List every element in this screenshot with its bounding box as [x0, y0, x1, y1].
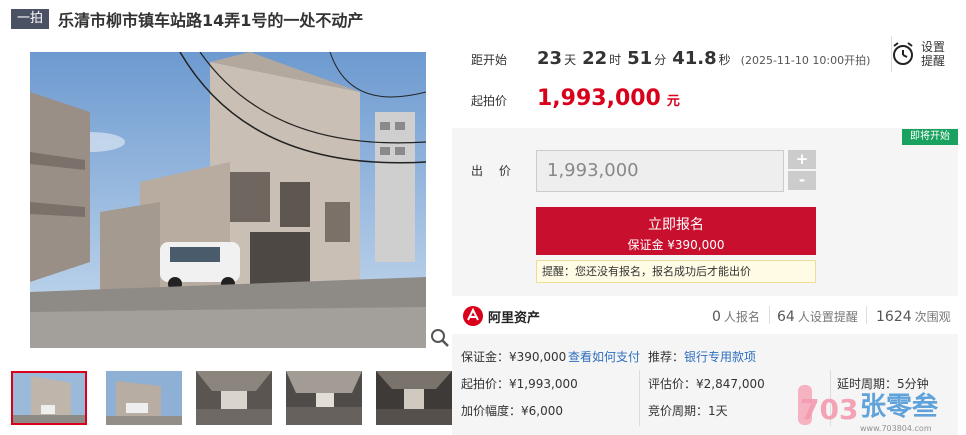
deposit-label: 保证金：: [461, 350, 510, 364]
view-count-unit: 次围观: [914, 310, 951, 324]
view-count-num: 1624: [876, 309, 912, 325]
register-now-button[interactable]: 立即报名 保证金 ¥390,000: [536, 207, 816, 255]
appraisal-value: ¥2,847,000: [696, 377, 765, 391]
signup-count: 0 人报名: [712, 308, 760, 325]
seconds-unit: 秒: [718, 53, 731, 67]
appraisal-label: 评估价：: [648, 377, 697, 391]
registration-tip: 提醒：您还没有报名，报名成功后才能出价: [536, 260, 816, 283]
recommend-link[interactable]: 银行专用款项: [684, 350, 756, 364]
round-tag: 一拍: [11, 9, 50, 29]
cycle-detail: 竞价周期：1天: [648, 402, 728, 419]
divider: [866, 306, 867, 324]
starting-price-unit: 元: [666, 94, 680, 109]
signup-count-num: 0: [712, 309, 721, 325]
thumbnail-5[interactable]: [376, 371, 452, 425]
recommend-detail: 推荐：银行专用款项: [648, 348, 756, 365]
watermark-url: www.703804.com: [860, 424, 932, 433]
cycle-label: 竞价周期：: [648, 404, 709, 418]
start-price-detail: 起拍价：¥1,993,000: [461, 375, 578, 392]
divider: [769, 306, 770, 324]
view-count: 1624 次围观: [876, 308, 951, 325]
thumbnail-1[interactable]: [11, 371, 87, 425]
thumbnail-2[interactable]: [106, 371, 182, 425]
increment-value: ¥6,000: [521, 404, 564, 418]
hours-unit: 时: [609, 53, 622, 67]
reminder-count-unit: 人设置提醒: [797, 310, 858, 324]
register-deposit: 保证金 ¥390,000: [627, 238, 725, 252]
countdown-days: 23: [537, 48, 563, 69]
reminder-count: 64 人设置提醒: [777, 308, 858, 325]
countdown-label: 距开始: [471, 53, 508, 67]
auction-header: 一拍 乐清市柳市镇车站路14弄1号的一处不动产: [11, 8, 363, 30]
bid-label: 出 价: [471, 164, 517, 178]
countdown-row: 距开始 23 天 22 时 51 分 41.8 秒 (2025-11-10 10…: [471, 48, 870, 69]
auction-summary: 距开始 23 天 22 时 51 分 41.8 秒 (2025-11-10 10…: [452, 36, 966, 128]
zoom-icon[interactable]: [428, 326, 452, 350]
increment-label: 加价幅度：: [461, 404, 522, 418]
page-title: 乐清市柳市镇车站路14弄1号的一处不动产: [58, 11, 364, 30]
cycle-value: 1天: [708, 404, 728, 418]
thumbnail-3[interactable]: [196, 371, 272, 425]
register-label: 立即报名: [648, 217, 704, 233]
days-unit: 天: [564, 53, 577, 67]
deposit-value: ¥390,000: [509, 350, 567, 364]
starting-price-value: 1,993,000: [537, 86, 661, 111]
reminder-count-num: 64: [777, 309, 795, 325]
site-watermark: 703 张零叁 www.703804.com: [798, 381, 966, 435]
divider: [639, 370, 640, 426]
increment-detail: 加价幅度：¥6,000: [461, 402, 563, 419]
bid-amount-input[interactable]: 1,993,000: [536, 150, 784, 192]
increase-bid-button[interactable]: +: [788, 150, 816, 169]
watermark-brand: 张零叁: [860, 391, 939, 422]
logo-text: 阿里资产: [488, 310, 541, 326]
main-property-photo[interactable]: [30, 52, 426, 348]
reminder-line2: 提醒: [921, 54, 946, 68]
watermark-logo: 703: [800, 393, 858, 426]
appraisal-detail: 评估价：¥2,847,000: [648, 375, 765, 392]
countdown-hours: 22: [582, 48, 608, 69]
recommend-label: 推荐：: [648, 350, 685, 364]
deposit-detail: 保证金：¥390,000: [461, 348, 566, 365]
start-price-label: 起拍价：: [461, 377, 510, 391]
stats-bar: 阿里资产 0 人报名 64 人设置提醒 1624 次围观: [452, 296, 958, 334]
decrease-bid-button[interactable]: -: [788, 171, 816, 190]
set-reminder-button[interactable]: 设置 提醒: [891, 37, 956, 71]
ali-assets-icon: [463, 306, 483, 326]
start-price-value: ¥1,993,000: [509, 377, 578, 391]
countdown-seconds: 41.8: [672, 48, 717, 69]
starting-price-label: 起拍价: [471, 94, 508, 108]
ali-assets-logo[interactable]: 阿里资产: [462, 305, 540, 327]
how-to-pay-link[interactable]: 查看如何支付: [568, 348, 640, 365]
status-badge: 即将开始: [902, 129, 958, 145]
minutes-unit: 分: [654, 53, 667, 67]
alarm-clock-icon: [893, 42, 913, 65]
starting-price-row: 起拍价 1,993,000 元: [471, 86, 680, 111]
thumbnail-4[interactable]: [286, 371, 362, 425]
signup-count-unit: 人报名: [723, 310, 760, 324]
start-time-note: (2025-11-10 10:00开拍): [740, 54, 871, 67]
reminder-line1: 设置: [921, 40, 946, 54]
countdown-minutes: 51: [627, 48, 653, 69]
